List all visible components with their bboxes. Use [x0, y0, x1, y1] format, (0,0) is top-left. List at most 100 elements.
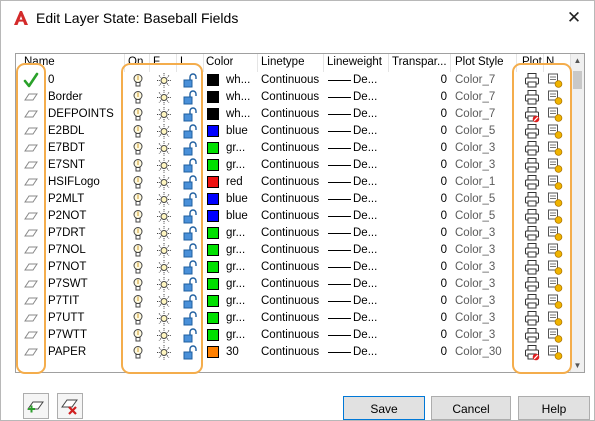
table-row[interactable]: P7SWT gr... Continuous De... 0 Color_3: [16, 276, 570, 293]
column-separator[interactable]: [203, 54, 204, 72]
layer-name[interactable]: P7DRT: [48, 225, 124, 242]
lightbulb-on-icon[interactable]: [130, 123, 146, 140]
column-header-freeze[interactable]: F...: [153, 56, 168, 68]
unlocked-padlock-icon[interactable]: [182, 123, 198, 140]
plot-style-value[interactable]: Color_7: [455, 72, 515, 89]
color-name[interactable]: gr...: [226, 242, 258, 259]
sun-thaw-icon[interactable]: [156, 72, 172, 89]
lineweight-value[interactable]: De...: [353, 157, 387, 174]
new-viewport-freeze-icon[interactable]: [547, 344, 563, 361]
lightbulb-on-icon[interactable]: [130, 72, 146, 89]
plot-style-value[interactable]: Color_3: [455, 310, 515, 327]
color-name[interactable]: blue: [226, 191, 258, 208]
help-button[interactable]: Help: [518, 396, 590, 420]
column-separator[interactable]: [149, 54, 150, 72]
color-swatch[interactable]: [207, 176, 219, 188]
unlocked-padlock-icon[interactable]: [182, 72, 198, 89]
lineweight-value[interactable]: De...: [353, 89, 387, 106]
column-header-on[interactable]: On: [128, 56, 143, 68]
new-viewport-freeze-icon[interactable]: [547, 123, 563, 140]
plot-style-value[interactable]: Color_3: [455, 157, 515, 174]
layer-name[interactable]: P7WTT: [48, 327, 124, 344]
table-row[interactable]: E7SNT gr... Continuous De... 0 Color_3: [16, 157, 570, 174]
plot-style-value[interactable]: Color_5: [455, 208, 515, 225]
linetype-value[interactable]: Continuous: [261, 174, 323, 191]
scroll-down-arrow-icon[interactable]: ▼: [571, 359, 584, 372]
color-swatch[interactable]: [207, 108, 219, 120]
remove-layer-button[interactable]: [57, 393, 83, 419]
column-separator[interactable]: [323, 54, 324, 72]
transparency-value[interactable]: 0: [392, 157, 447, 174]
color-name[interactable]: blue: [226, 208, 258, 225]
layer-name[interactable]: P7SWT: [48, 276, 124, 293]
new-viewport-freeze-icon[interactable]: [547, 310, 563, 327]
scroll-up-arrow-icon[interactable]: ▲: [571, 54, 584, 67]
layer-name[interactable]: E7BDT: [48, 140, 124, 157]
layer-status-icon[interactable]: [23, 123, 39, 140]
transparency-value[interactable]: 0: [392, 242, 447, 259]
table-row[interactable]: P7NOL gr... Continuous De... 0 Color_3: [16, 242, 570, 259]
layer-status-icon[interactable]: [23, 310, 39, 327]
color-name[interactable]: gr...: [226, 310, 258, 327]
plot-style-value[interactable]: Color_3: [455, 140, 515, 157]
layer-name[interactable]: 0: [48, 72, 124, 89]
plot-style-value[interactable]: Color_3: [455, 242, 515, 259]
printer-icon[interactable]: [524, 293, 540, 310]
linetype-value[interactable]: Continuous: [261, 327, 323, 344]
add-layer-button[interactable]: [23, 393, 49, 419]
linetype-value[interactable]: Continuous: [261, 276, 323, 293]
column-separator[interactable]: [257, 54, 258, 72]
table-row[interactable]: P7NOT gr... Continuous De... 0 Color_3: [16, 259, 570, 276]
printer-icon[interactable]: [524, 72, 540, 89]
layer-status-icon[interactable]: [23, 191, 39, 208]
sun-thaw-icon[interactable]: [156, 344, 172, 361]
new-viewport-freeze-icon[interactable]: [547, 174, 563, 191]
sun-thaw-icon[interactable]: [156, 140, 172, 157]
sun-thaw-icon[interactable]: [156, 310, 172, 327]
color-name[interactable]: wh...: [226, 106, 258, 123]
column-separator[interactable]: [176, 54, 177, 72]
color-swatch[interactable]: [207, 210, 219, 222]
transparency-value[interactable]: 0: [392, 72, 447, 89]
unlocked-padlock-icon[interactable]: [182, 157, 198, 174]
printer-icon[interactable]: [524, 208, 540, 225]
layer-name[interactable]: E2BDL: [48, 123, 124, 140]
vertical-scrollbar[interactable]: ▲ ▼: [570, 54, 584, 372]
column-header-plot[interactable]: Plot: [522, 56, 542, 68]
transparency-value[interactable]: 0: [392, 327, 447, 344]
new-viewport-freeze-icon[interactable]: [547, 327, 563, 344]
layer-status-icon[interactable]: [23, 174, 39, 191]
scrollbar-thumb[interactable]: [573, 71, 582, 89]
layer-status-icon[interactable]: [23, 89, 39, 106]
layer-name[interactable]: P2NOT: [48, 208, 124, 225]
layer-name[interactable]: P7TIT: [48, 293, 124, 310]
color-swatch[interactable]: [207, 142, 219, 154]
layer-status-icon[interactable]: [23, 242, 39, 259]
plot-style-value[interactable]: Color_3: [455, 293, 515, 310]
color-swatch[interactable]: [207, 74, 219, 86]
plot-style-value[interactable]: Color_5: [455, 191, 515, 208]
unlocked-padlock-icon[interactable]: [182, 259, 198, 276]
lineweight-value[interactable]: De...: [353, 174, 387, 191]
printer-icon[interactable]: [524, 225, 540, 242]
printer-icon[interactable]: [524, 310, 540, 327]
layer-name[interactable]: P7UTT: [48, 310, 124, 327]
layer-status-icon[interactable]: [23, 293, 39, 310]
layer-name[interactable]: P7NOT: [48, 259, 124, 276]
layer-name[interactable]: DEFPOINTS: [48, 106, 124, 123]
column-header-name[interactable]: Name: [24, 56, 55, 68]
new-viewport-freeze-icon[interactable]: [547, 293, 563, 310]
table-row[interactable]: P7TIT gr... Continuous De... 0 Color_3: [16, 293, 570, 310]
lineweight-value[interactable]: De...: [353, 327, 387, 344]
layer-name[interactable]: P7NOL: [48, 242, 124, 259]
color-name[interactable]: blue: [226, 123, 258, 140]
sun-thaw-icon[interactable]: [156, 123, 172, 140]
no-plot-printer-icon[interactable]: [524, 106, 540, 123]
lineweight-value[interactable]: De...: [353, 106, 387, 123]
sun-thaw-icon[interactable]: [156, 327, 172, 344]
table-row[interactable]: Border wh... Continuous De... 0 Color_7: [16, 89, 570, 106]
transparency-value[interactable]: 0: [392, 225, 447, 242]
printer-icon[interactable]: [524, 123, 540, 140]
linetype-value[interactable]: Continuous: [261, 140, 323, 157]
cancel-button[interactable]: Cancel: [431, 396, 511, 420]
